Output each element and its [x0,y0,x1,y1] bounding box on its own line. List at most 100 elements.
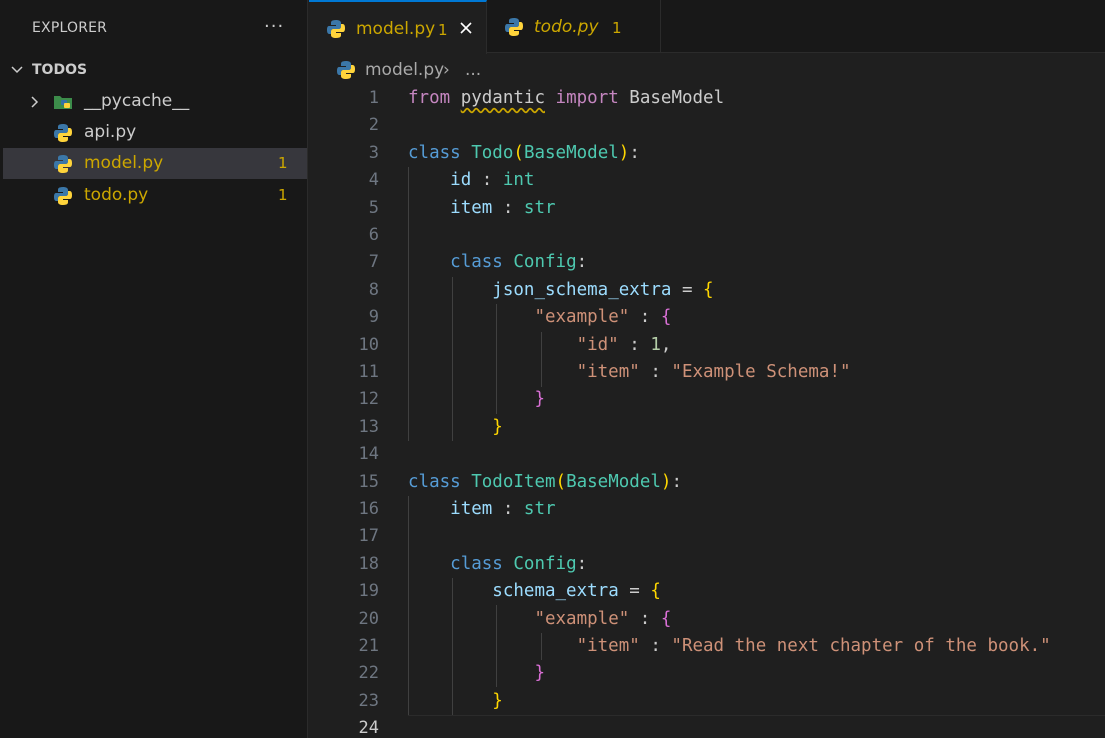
tab-todo-py[interactable]: todo.py 1 [487,0,661,53]
line-number: 10 [358,334,379,355]
line-number: 5 [368,197,379,218]
line-number: 18 [358,553,379,574]
line-number: 21 [358,636,379,656]
code-line[interactable]: } [408,386,1105,413]
code-token: : [576,252,588,273]
code-token: BaseModel [566,471,661,492]
tab-label: todo.py [534,17,599,37]
code-token: } [492,690,503,711]
code-line[interactable]: item : str [408,496,1105,523]
tree-item-pycache[interactable]: __pycache__ [3,86,307,117]
code-token: ( [555,471,567,492]
code-token: : [618,334,651,355]
line-number: 7 [368,252,379,273]
line-number: 9 [368,307,379,328]
code-token: { [660,307,672,328]
close-icon[interactable] [458,20,474,36]
tree-item-model-py[interactable]: model.py 1 [3,148,307,179]
code-token: class [408,471,461,492]
code-token: "item" [576,362,640,382]
line-number: 22 [358,663,379,684]
line-number: 6 [368,225,379,245]
code-token: import [555,88,619,108]
code-line[interactable]: id : int [408,167,1105,194]
code-token: "id" [576,334,619,355]
line-number: 20 [358,608,379,629]
code-token: id [450,170,472,191]
code-token: : [639,362,672,382]
code-line[interactable]: "example" : { [408,606,1105,633]
code-token: int [502,170,535,191]
code-token: } [492,416,503,437]
code-token: BaseModel [523,142,619,163]
code-line[interactable] [408,441,1105,468]
code-token: item [450,197,493,218]
code-token: : [576,553,588,574]
code-line[interactable] [408,112,1105,139]
line-number: 11 [358,362,379,382]
code-line[interactable]: } [408,688,1105,715]
breadcrumb-more[interactable]: ... [465,60,481,80]
code-token: : [492,499,524,519]
tree-item-label: __pycache__ [84,91,190,111]
code-line[interactable]: class Config: [408,551,1105,578]
code-token: = [618,581,651,602]
folder-todos[interactable]: TODOS [0,56,308,84]
code-token: class [408,142,461,163]
code-line[interactable] [408,222,1105,249]
explorer-title: EXPLORER [32,20,108,36]
code-token: class [450,553,503,574]
python-file-icon [327,20,345,38]
line-number: 3 [368,142,379,163]
code-line[interactable]: class TodoItem(BaseModel): [408,469,1105,496]
code-line[interactable]: "id" : 1, [408,332,1105,359]
code-line[interactable]: from pydantic import BaseModel [408,85,1105,112]
code-line[interactable]: class Config: [408,249,1105,276]
code-line[interactable]: item : str [408,195,1105,222]
code-token: ) [660,471,672,492]
line-number: 2 [368,115,379,136]
explorer-header: EXPLORER ··· [0,0,307,56]
code-token: : [629,608,661,629]
code-line[interactable]: "item" : "Read the next chapter of the b… [408,633,1105,660]
code-token: BaseModel [618,88,725,108]
code-token: : [639,636,672,656]
code-token: schema_extra [492,581,619,602]
code-line[interactable]: } [408,414,1105,441]
code-token: } [534,389,545,410]
code-token: : [629,307,661,328]
tab-model-py[interactable]: model.py 1 [309,0,487,54]
code-line[interactable]: } [408,660,1105,687]
breadcrumb-file[interactable]: model.py [365,60,444,80]
code-editor[interactable]: 1 2 3 4 5 6 7 8 9 10 11 12 13 14 15 16 17 18 19 20 21 22 23 24 … [309,85,1105,738]
code-token: = [671,279,704,300]
code-line[interactable]: class Todo(BaseModel): [408,140,1105,167]
more-actions-icon[interactable]: ··· [264,16,284,37]
code-line[interactable] [408,715,1105,738]
python-file-icon [337,61,355,79]
tree-item-todo-py[interactable]: todo.py 1 [3,180,307,211]
problem-count-badge: 1 [278,186,288,204]
tree-item-api-py[interactable]: api.py [3,117,307,148]
code-line[interactable]: schema_extra = { [408,578,1105,605]
python-file-icon [54,124,72,142]
code-token: : [471,170,503,191]
breadcrumb-separator: › [443,60,450,80]
code-line[interactable] [408,523,1105,550]
code-line[interactable]: "item" : "Example Schema!" [408,359,1105,386]
code-token: pydantic [460,88,545,108]
code-line[interactable]: json_schema_extra = { [408,277,1105,304]
python-file-icon [505,18,523,36]
code-line[interactable]: "example" : { [408,304,1105,331]
code-token: str [523,197,556,218]
